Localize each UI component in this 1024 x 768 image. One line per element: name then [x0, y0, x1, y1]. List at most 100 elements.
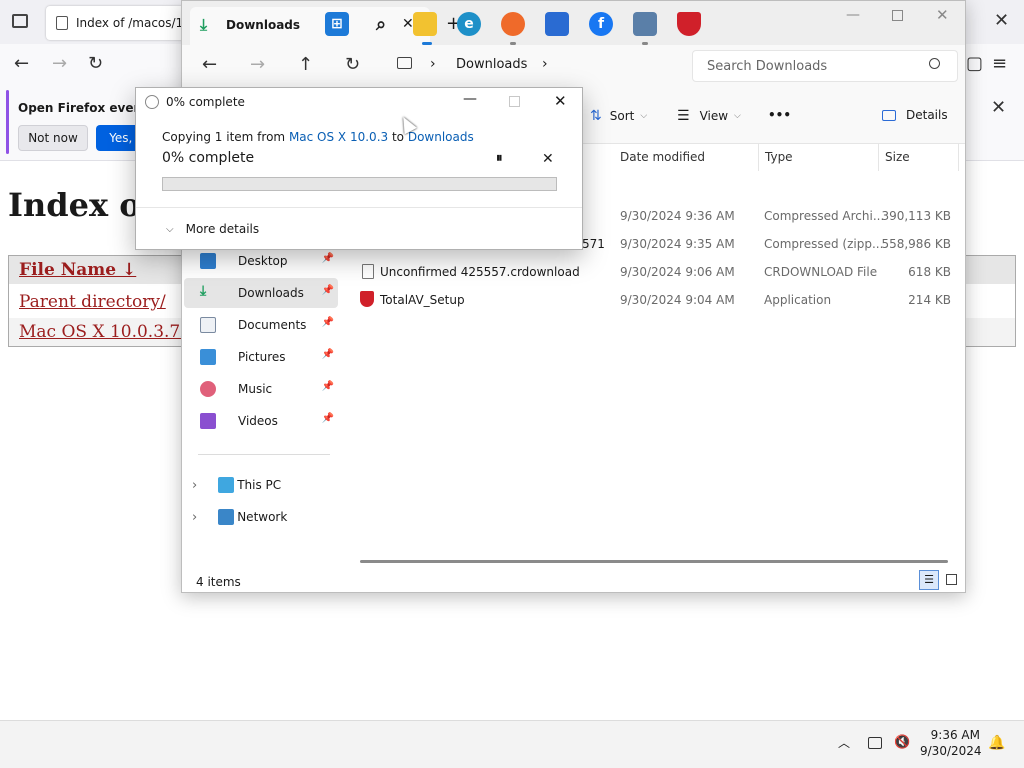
- sidebar-item-label: Network: [237, 510, 288, 524]
- sidebar-item-documents[interactable]: Documents 📌: [184, 310, 338, 340]
- file-name-sort-link[interactable]: File Name ↓: [19, 260, 136, 280]
- file-size: 618 KB: [908, 265, 951, 279]
- remote-desktop-icon[interactable]: [633, 12, 657, 36]
- explorer-tab[interactable]: ⤓ Downloads ✕: [190, 7, 430, 45]
- breadcrumb[interactable]: Downloads: [456, 57, 527, 72]
- dialog-close-icon[interactable]: ✕: [554, 92, 567, 110]
- sidebar-item-label: Music: [238, 382, 273, 396]
- dialog-minimize-icon[interactable]: —: [463, 91, 477, 107]
- table-row[interactable]: Unconfirmed 425557.crdownload 9/30/2024 …: [352, 259, 957, 285]
- download-icon: ⤓: [200, 15, 208, 34]
- cancel-copy-icon[interactable]: ✕: [542, 151, 554, 167]
- mac-os-file-link[interactable]: Mac OS X 10.0.3.7z: [19, 322, 189, 342]
- menu-icon[interactable]: ≡: [992, 55, 1007, 73]
- expand-chevron-icon[interactable]: ›: [192, 510, 197, 525]
- breadcrumb-expand-icon[interactable]: ›: [542, 56, 548, 72]
- store-icon[interactable]: [545, 12, 569, 36]
- sort-button[interactable]: ⇅ Sort ⌵: [590, 108, 647, 124]
- search-icon[interactable]: ⌕: [369, 12, 393, 36]
- column-size-label: Size: [885, 150, 910, 164]
- large-icons-view-icon[interactable]: [946, 574, 957, 585]
- pin-icon: 📌: [321, 413, 334, 424]
- notice-close-icon[interactable]: ✕: [991, 99, 1006, 117]
- sidebar-item-label: Pictures: [238, 350, 286, 364]
- tab-close-icon[interactable]: ✕: [402, 16, 414, 32]
- pin-icon: 📌: [321, 285, 334, 296]
- view-label: View: [699, 109, 729, 123]
- sidebar-item-pictures[interactable]: Pictures 📌: [184, 342, 338, 372]
- clock-time[interactable]: 9:36 AM: [924, 728, 980, 742]
- refresh-icon[interactable]: ↻: [345, 56, 360, 74]
- view-icon: ☰: [677, 108, 690, 124]
- more-options-icon[interactable]: •••: [768, 108, 791, 122]
- sidebar-item-videos[interactable]: Videos 📌: [184, 406, 338, 436]
- file-type: Application: [764, 293, 832, 307]
- search-icon: [929, 58, 940, 69]
- source-link[interactable]: Mac OS X 10.0.3: [289, 130, 388, 144]
- back-icon[interactable]: ←: [14, 55, 29, 73]
- explorer-back-icon[interactable]: ←: [202, 56, 217, 74]
- monitor-icon[interactable]: [397, 57, 412, 69]
- maximize-icon[interactable]: [892, 10, 903, 21]
- more-details-button[interactable]: ⌵ More details: [166, 222, 259, 236]
- sidebar-item-network[interactable]: › Network: [184, 502, 338, 532]
- page-title: Index of: [8, 186, 155, 224]
- sidebar-item-downloads[interactable]: ⤓ Downloads 📌: [184, 278, 338, 308]
- notification-bell-icon[interactable]: 🔔: [988, 735, 1005, 751]
- file-date: 9/30/2024 9:35 AM: [620, 237, 735, 251]
- minimize-icon[interactable]: —: [846, 7, 860, 23]
- column-size[interactable]: Size: [879, 143, 959, 171]
- search-input[interactable]: Search Downloads: [707, 59, 827, 74]
- file-date: 9/30/2024 9:04 AM: [620, 293, 735, 307]
- extensions-icon[interactable]: ▢: [966, 55, 983, 73]
- search-box[interactable]: Search Downloads: [692, 50, 958, 82]
- show-hidden-icons-icon[interactable]: ︿: [838, 734, 850, 751]
- file-explorer-icon[interactable]: [413, 12, 437, 36]
- firefox-icon[interactable]: [501, 12, 525, 36]
- list-all-tabs-icon[interactable]: [12, 14, 28, 28]
- forward-icon[interactable]: →: [52, 55, 67, 73]
- pause-icon[interactable]: ⏸: [496, 151, 503, 166]
- not-now-button[interactable]: Not now: [18, 125, 88, 151]
- sidebar-item-music[interactable]: Music 📌: [184, 374, 338, 404]
- horizontal-scrollbar[interactable]: [360, 560, 948, 563]
- file-name: TotalAV_Setup: [380, 293, 465, 307]
- network-status-icon[interactable]: [868, 737, 882, 749]
- column-type[interactable]: Type: [759, 143, 879, 171]
- clock-date[interactable]: 9/30/2024: [920, 744, 982, 758]
- pin-icon: 📌: [321, 349, 334, 360]
- table-row[interactable]: TotalAV_Setup 9/30/2024 9:04 AM Applicat…: [352, 287, 957, 313]
- explorer-forward-icon[interactable]: →: [250, 56, 265, 74]
- sidebar-item-this-pc[interactable]: › This PC: [184, 470, 338, 500]
- view-button[interactable]: ☰ View ⌵: [677, 108, 741, 124]
- up-icon[interactable]: ↑: [298, 56, 313, 74]
- firefox-close-icon[interactable]: ✕: [994, 12, 1009, 30]
- file-type: CRDOWNLOAD File: [764, 265, 878, 279]
- file-size: 214 KB: [908, 293, 951, 307]
- running-indicator: [642, 42, 648, 45]
- page-icon: [56, 16, 68, 30]
- start-icon[interactable]: ⊞: [325, 12, 349, 36]
- reload-icon[interactable]: ↻: [88, 55, 103, 73]
- pin-icon: 📌: [321, 317, 334, 328]
- details-view-icon[interactable]: ☰: [919, 570, 939, 590]
- details-button[interactable]: Details: [882, 108, 948, 122]
- window-close-icon[interactable]: ✕: [936, 6, 949, 24]
- file-date: 9/30/2024 9:06 AM: [620, 265, 735, 279]
- facebook-icon[interactable]: f: [589, 12, 613, 36]
- edge-icon[interactable]: e: [457, 12, 481, 36]
- column-date-modified[interactable]: Date modified: [614, 143, 759, 171]
- status-bar: [182, 571, 965, 592]
- videos-icon: [200, 413, 216, 429]
- destination-link[interactable]: Downloads: [408, 130, 474, 144]
- chevron-down-icon: ⌵: [166, 223, 174, 235]
- volume-muted-icon[interactable]: 🔇: [894, 735, 910, 750]
- sidebar-item-label: Desktop: [238, 254, 288, 268]
- totalav-icon[interactable]: [677, 12, 701, 36]
- sidebar-item-desktop[interactable]: Desktop 📌: [184, 246, 338, 276]
- file-date: 9/30/2024 9:36 AM: [620, 209, 735, 223]
- parent-directory-link[interactable]: Parent directory/: [19, 292, 166, 312]
- file-type: Compressed Archi...: [764, 209, 885, 223]
- expand-chevron-icon[interactable]: ›: [192, 478, 197, 493]
- sidebar-divider: [198, 454, 330, 455]
